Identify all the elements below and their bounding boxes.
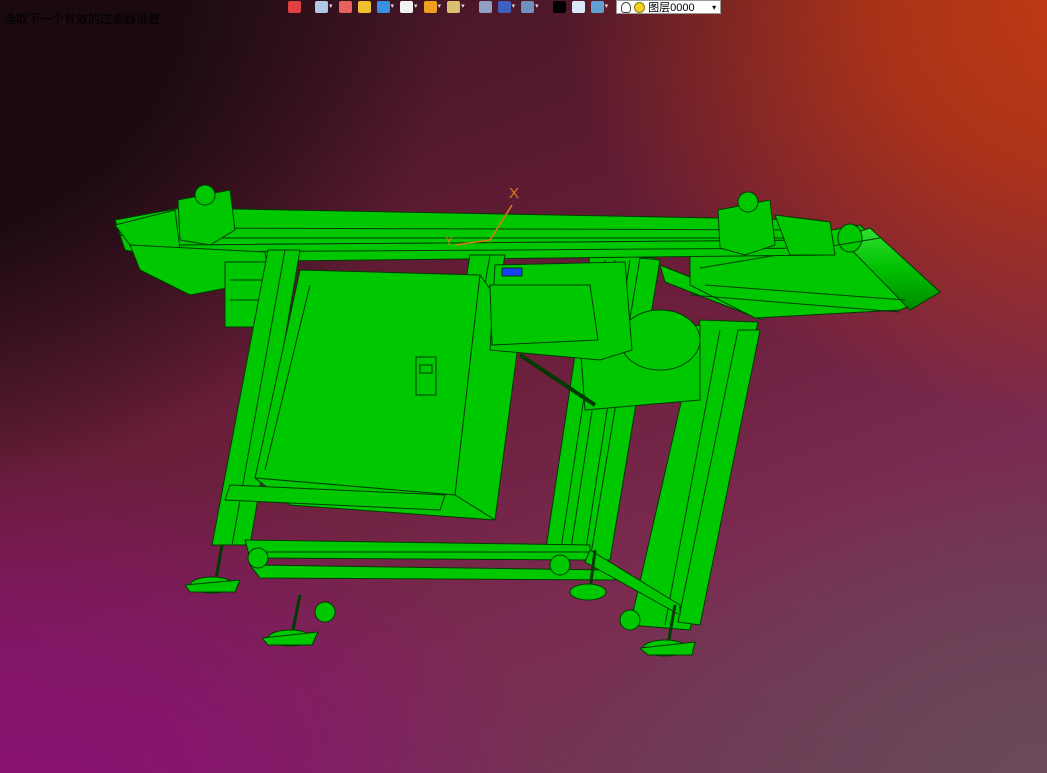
electrical-cabinet [254, 269, 521, 521]
cad-viewport[interactable]: X Y [0, 0, 1047, 773]
axis-x-label: X [509, 185, 519, 202]
leveling-feet [184, 544, 696, 657]
conveyor-model[interactable] [114, 184, 941, 657]
gear-box [489, 261, 633, 361]
left-belt [129, 244, 271, 328]
axis-y-label: Y [445, 234, 453, 248]
